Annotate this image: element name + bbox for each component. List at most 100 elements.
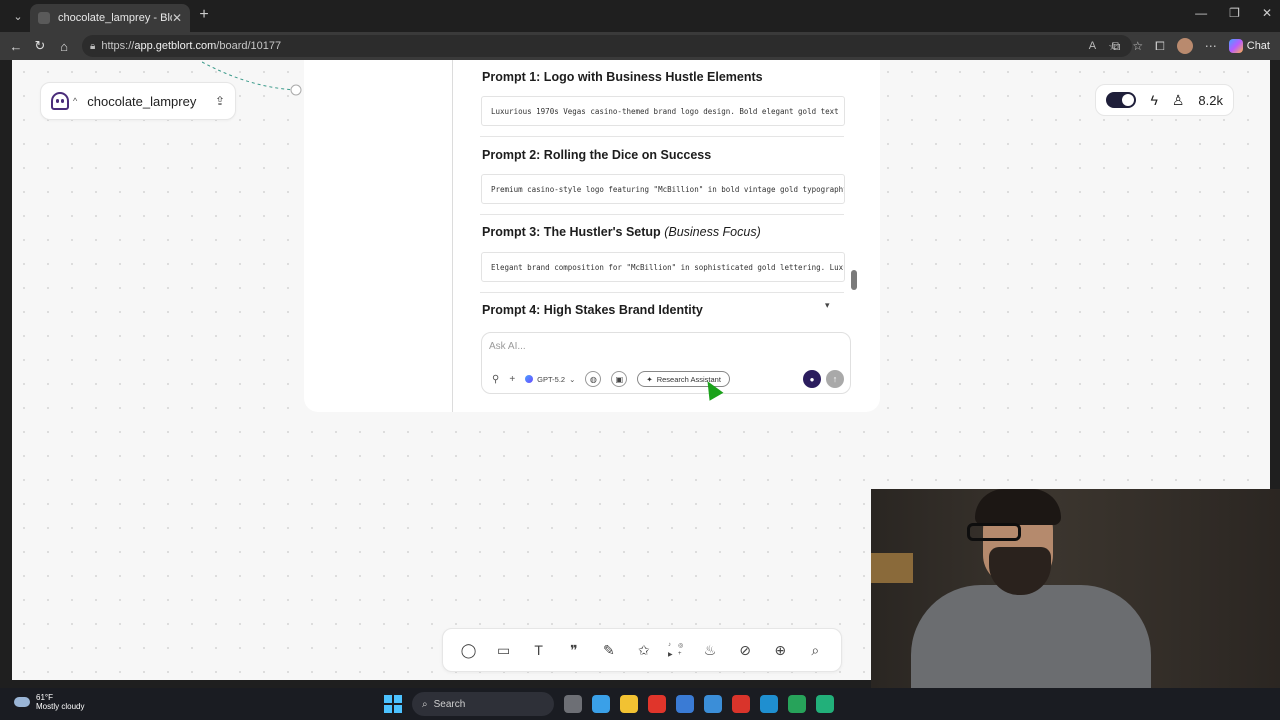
top-right-controls: ϟ ♙ 8.2k (1095, 84, 1234, 116)
help-icon[interactable] (704, 695, 722, 713)
bottom-toolbar: ◯ ▭ T ❞ ✎ ✩ ♪ ◎ ▶ + ♨ ⊘ ⊕ ⌕ (442, 628, 842, 672)
minimize-icon[interactable]: — (1195, 6, 1207, 20)
ask-ai-input[interactable] (489, 341, 829, 352)
browser-tab[interactable]: chocolate_lamprey - Blort AI ✕ (30, 4, 190, 32)
shapes-icon[interactable]: ✩ (633, 642, 655, 659)
board-name: chocolate_lamprey (87, 93, 197, 109)
attach-paperclip-icon[interactable]: ⚲ (492, 374, 499, 385)
window-controls: — ❐ ✕ (1195, 6, 1272, 20)
divider (480, 214, 844, 215)
app-teal-icon[interactable] (816, 695, 834, 713)
prompt-list: Prompt 1: Logo with Business Hustle Elem… (480, 60, 860, 318)
credits-count: 8.2k (1198, 92, 1223, 108)
weather-condition: Mostly cloudy (36, 702, 85, 711)
quote-icon[interactable]: ❞ (563, 642, 585, 659)
app-green-icon[interactable] (788, 695, 806, 713)
browser-tabbar: ⌄ chocolate_lamprey - Blort AI ✕ + — ❐ ✕ (0, 0, 1280, 32)
pen-icon[interactable]: ✎ (598, 642, 620, 659)
extensions-icon[interactable]: ⧉ (1112, 39, 1121, 54)
web-globe-icon[interactable]: ◍ (585, 371, 602, 387)
webcam-person-glasses (967, 523, 1021, 541)
scrollbar-thumb[interactable] (851, 270, 857, 290)
restore-icon[interactable]: ❐ (1229, 6, 1240, 20)
file-explorer-icon[interactable] (620, 695, 638, 713)
mode-toggle[interactable] (1106, 92, 1137, 108)
prompt-2-title: Prompt 2: Rolling the Dice on Success (482, 148, 712, 162)
chat-bubble-icon[interactable]: ◯ (458, 642, 480, 659)
prompt-3-code[interactable]: Elegant brand composition for "McBillion… (481, 252, 845, 282)
store-icon[interactable] (676, 695, 694, 713)
prompt-2-code[interactable]: Premium casino-style logo featuring "McB… (481, 174, 845, 204)
prompt-4-title: Prompt 4: High Stakes Brand Identity (482, 303, 703, 317)
social-media-icon[interactable]: ♪ ◎ ▶ + (668, 642, 686, 658)
paperclip-icon[interactable]: ⊘ (734, 642, 756, 659)
flame-icon[interactable]: ♨ (699, 642, 721, 659)
tab-favicon (38, 12, 50, 24)
composer-tools: ⚲ + GPT-5.2 ⌄ ◍ ▣ ✦ Research Assistant (492, 371, 730, 387)
tab-close-icon[interactable]: ✕ (172, 11, 182, 25)
text-icon[interactable]: T (528, 642, 550, 658)
image-icon[interactable]: ▣ (611, 371, 628, 387)
ask-ai-composer: ⚲ + GPT-5.2 ⌄ ◍ ▣ ✦ Research Assistant ●… (481, 332, 851, 394)
panel-divider (452, 60, 453, 412)
model-selector[interactable]: GPT-5.2 ⌄ (525, 375, 575, 384)
prompt-1-title: Prompt 1: Logo with Business Hustle Elem… (482, 70, 763, 84)
divider (480, 292, 844, 293)
back-arrow-icon[interactable]: ← (4, 39, 28, 54)
address-bar[interactable]: 🔒︎ https://app.getblort.com/board/10177 (82, 35, 1132, 57)
profile-avatar[interactable] (1176, 38, 1193, 54)
folder-icon[interactable]: ▭ (493, 642, 515, 659)
windows-start-icon[interactable] (384, 695, 402, 713)
board-title-card[interactable]: ^ chocolate_lamprey ⇪ (40, 82, 236, 120)
chevron-up-icon[interactable]: ^ (73, 96, 77, 106)
webcam-wall-sign (871, 553, 913, 583)
url-path: /board/10177 (216, 40, 282, 52)
webcam-person-hair (975, 489, 1061, 525)
weather-temperature: 61°F (36, 693, 53, 702)
more-menu-icon[interactable]: ⋯ (1205, 39, 1217, 53)
copilot-app-icon[interactable] (592, 695, 610, 713)
prompt-3-title-suffix: (Business Focus) (664, 225, 761, 239)
globe-icon[interactable]: ⊕ (769, 642, 791, 659)
task-view-icon[interactable] (564, 695, 582, 713)
share-icon[interactable]: ⇪ (215, 94, 225, 108)
weather-widget[interactable]: 61°F Mostly cloudy (14, 693, 84, 711)
prompt-3-title-text: Prompt 3: The Hustler's Setup (482, 225, 661, 239)
chevron-down-icon: ⌄ (569, 374, 576, 384)
reload-icon[interactable]: ↻ (28, 38, 52, 54)
search-icon: ⌕ (422, 698, 428, 710)
webcam-overlay (871, 489, 1280, 720)
tab-title: chocolate_lamprey - Blort AI (58, 12, 172, 24)
lightning-icon[interactable]: ϟ (1150, 92, 1157, 108)
tab-actions-chevron-icon[interactable]: ⌄ (6, 4, 30, 28)
microphone-icon[interactable]: ● (803, 370, 821, 388)
taskbar-search-label: Search (433, 698, 466, 710)
prompt-3-title: Prompt 3: The Hustler's Setup (Business … (482, 225, 761, 239)
add-plus-icon[interactable]: + (509, 374, 515, 385)
browser-toolbar: ← ↻ ⌂ 🔒︎ https://app.getblort.com/board/… (0, 32, 1280, 60)
model-name: GPT-5.2 (537, 374, 566, 384)
send-arrow-icon[interactable]: ↑ (826, 370, 844, 388)
copilot-chat-label: Chat (1246, 40, 1270, 52)
url-scheme: https:// (101, 40, 135, 52)
sparkle-icon: ✦ (646, 374, 653, 384)
new-tab-plus-icon[interactable]: + (196, 6, 212, 24)
prompt-1-code[interactable]: Luxurious 1970s Vegas casino-themed bran… (481, 96, 845, 126)
edge-browser-icon[interactable] (760, 695, 778, 713)
security-icon[interactable] (732, 695, 750, 713)
collections-icon[interactable]: ⧠ (1155, 39, 1165, 54)
home-icon[interactable]: ⌂ (52, 39, 76, 54)
read-aloud-icon[interactable]: A (1089, 40, 1096, 53)
favorites-icon[interactable]: ☆ (1132, 39, 1143, 53)
url-host: app.getblort.com (134, 40, 217, 52)
browser-right-actions: ⧉ ☆ ⧠ ⋯ Chat (1112, 38, 1270, 54)
taskbar-search[interactable]: ⌕ Search (412, 692, 554, 716)
scroll-down-arrow-icon[interactable]: ▾ (825, 300, 830, 311)
cloud-icon (14, 697, 30, 707)
copilot-chat-button[interactable]: Chat (1228, 39, 1270, 53)
search-icon[interactable]: ⌕ (804, 642, 826, 659)
app-red-icon[interactable] (648, 695, 666, 713)
taskbar-apps: ⌕ Search (384, 692, 834, 716)
ghost-logo-icon (51, 92, 69, 110)
window-close-icon[interactable]: ✕ (1262, 6, 1272, 20)
